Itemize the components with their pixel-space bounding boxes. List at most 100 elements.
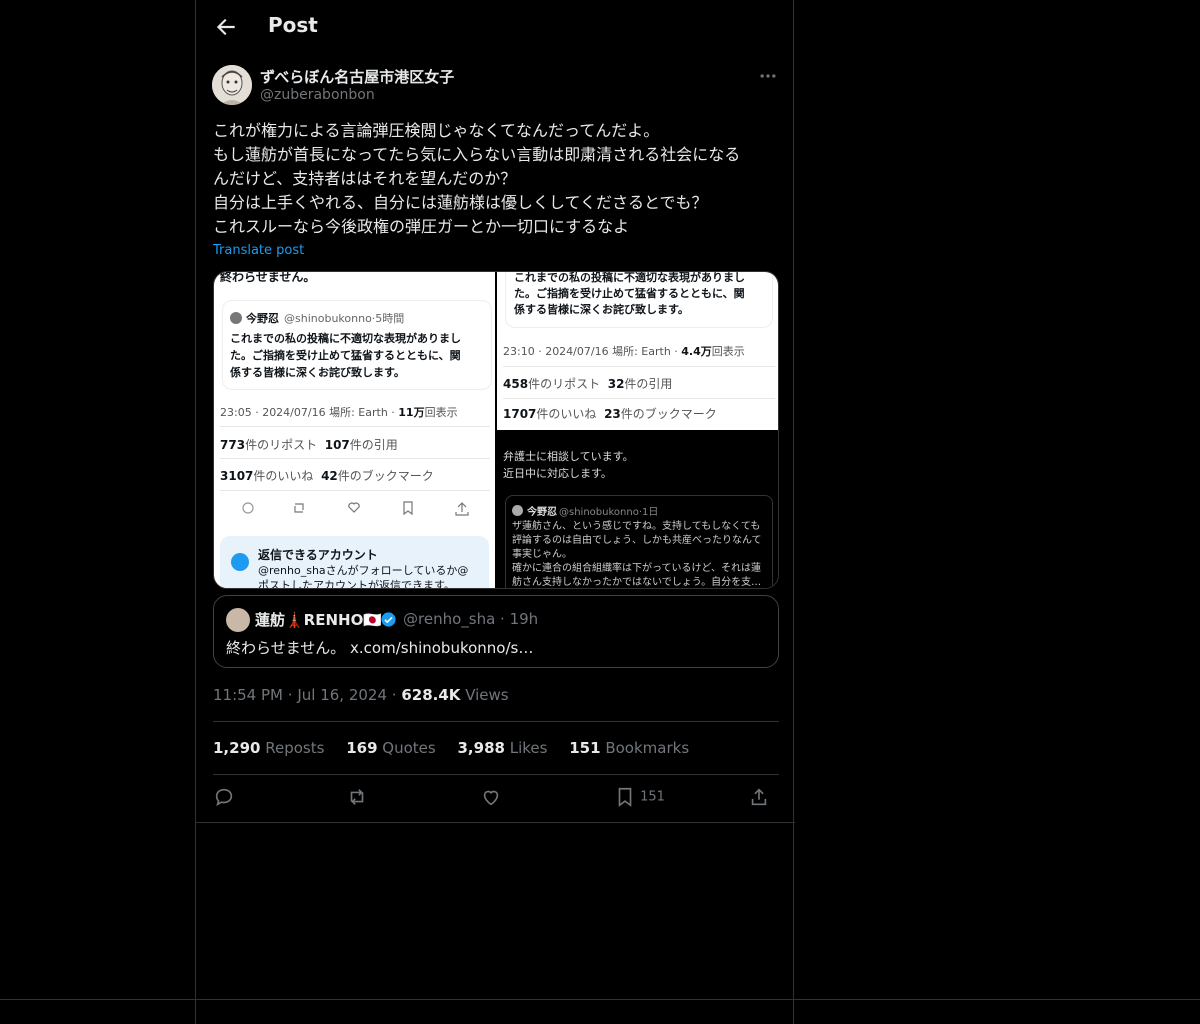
ss-reposts: 458 bbox=[503, 377, 529, 391]
author-avatar[interactable] bbox=[212, 65, 252, 105]
quotes-label: Quotes bbox=[382, 739, 436, 757]
ss-quote-text: これまでの私の投稿に不適切な表現がありまし た。ご指摘を受け止めて猛省するととも… bbox=[514, 272, 745, 318]
post-bottom-border bbox=[196, 822, 795, 823]
ss-reply-icon bbox=[231, 553, 249, 571]
repost-icon bbox=[350, 789, 364, 805]
media-image-right[interactable]: これまでの私の投稿に不適切な表現がありまし た。ご指摘を受け止めて猛省するととも… bbox=[497, 272, 778, 588]
ss-quotes: 107 bbox=[324, 438, 350, 452]
ss-quotes-label: 件の引用 bbox=[349, 438, 398, 452]
like-button[interactable] bbox=[480, 786, 502, 812]
page-divider bbox=[0, 999, 1200, 1000]
likes-stat[interactable]: 3,988 Likes bbox=[458, 739, 548, 757]
primary-column: Post ずべらぼん名古屋市港区女子 @zuberabonbon これが権力によ… bbox=[195, 0, 795, 1024]
meta-sep: · bbox=[287, 686, 293, 704]
repost-button[interactable] bbox=[346, 786, 368, 812]
bookmarks-label: Bookmarks bbox=[605, 739, 690, 757]
ss-top-text: 終わらせません。 bbox=[220, 272, 316, 284]
reposts-count: 1,290 bbox=[213, 739, 261, 757]
ss-quote-line: た。ご指摘を受け止めて猛省するとともに、関 bbox=[514, 287, 745, 300]
post-text-line: んだけど、支持者ははそれを望んだのか？ bbox=[213, 169, 517, 188]
ss-time: 23:10 · 2024/07/16 場所: Earth · bbox=[503, 345, 682, 358]
verified-icon bbox=[381, 612, 396, 627]
ss-quote-line: 係する皆様に深くお詫び致します。 bbox=[230, 366, 405, 379]
ss-divider bbox=[220, 490, 490, 491]
post-date[interactable]: Jul 16, 2024 bbox=[297, 686, 387, 704]
reply-button[interactable] bbox=[213, 786, 235, 812]
ss-quote-name: 今野忍 bbox=[246, 312, 279, 325]
ss-reply-line: ポストしたアカウントが返信できます。 bbox=[258, 579, 455, 589]
post-media[interactable]: 終わらせません。 今野忍 @shinobukonno·5時間 これまでの私の投稿… bbox=[213, 271, 779, 589]
quoted-handle-time: @renho_sha · 19h bbox=[403, 610, 539, 628]
media-image-left[interactable]: 終わらせません。 今野忍 @shinobukonno·5時間 これまでの私の投稿… bbox=[214, 272, 495, 589]
post-text-line: 自分は上手くやれる、自分には蓮舫様は優しくしてくださるとでも？ bbox=[213, 193, 708, 212]
ss-reposts: 773 bbox=[220, 438, 246, 452]
ss-likes-label: 件のいいね bbox=[536, 407, 597, 421]
ss-views: 11万 bbox=[398, 406, 425, 419]
ss-inner-avatar bbox=[512, 505, 523, 516]
ss-quote-handle: @shinobukonno·5時間 bbox=[284, 312, 405, 325]
ss-bookmarks-label: 件のブックマーク bbox=[337, 469, 434, 483]
ss-divider bbox=[503, 366, 775, 367]
reposts-stat[interactable]: 1,290 Reposts bbox=[213, 739, 324, 757]
ss-likes-label: 件のいいね bbox=[253, 469, 314, 483]
post-meta: 11:54 PM · Jul 16, 2024 · 628.4K Views bbox=[213, 686, 509, 704]
ss-quotes: 32 bbox=[607, 377, 625, 391]
page-title: Post bbox=[268, 13, 318, 37]
post-text-line: これスルーなら今後政権の弾圧ガーとか一切口にするなよ bbox=[213, 217, 630, 236]
ss-inner-line: 事実じゃん。 bbox=[512, 549, 572, 560]
share-button[interactable] bbox=[748, 786, 770, 812]
quotes-stat[interactable]: 169 Quotes bbox=[346, 739, 436, 757]
ss-action-icons bbox=[242, 501, 469, 516]
bookmark-icon bbox=[618, 787, 632, 807]
ss-quotes-label: 件の引用 bbox=[624, 377, 673, 391]
post-text-line: もし蓮舫が首長になってたら気に入らない言動は即粛清される社会になる bbox=[213, 145, 741, 164]
quoted-post[interactable]: 蓮舫🗼RENHO🇯🇵 @renho_sha · 19h 終わらせません。 x.c… bbox=[213, 595, 779, 668]
ss-right-light: これまでの私の投稿に不適切な表現がありまし た。ご指摘を受け止めて猛省するととも… bbox=[497, 272, 778, 430]
ss-counts-1: 458件のリポスト 32件の引用 bbox=[503, 375, 672, 392]
divider bbox=[213, 774, 779, 775]
quoted-handle: @renho_sha bbox=[403, 610, 496, 628]
ss-quote-text: これまでの私の投稿に不適切な表現がありまし た。ご指摘を受け止めて猛省するととも… bbox=[230, 330, 461, 381]
ss-inner-handle: @shinobukonno·1日 bbox=[559, 507, 659, 518]
likes-count: 3,988 bbox=[457, 739, 505, 757]
ss-views-suffix: 回表示 bbox=[424, 406, 458, 419]
ss-inner-line: ザ蓮舫さん、という感じですね。支持してもしなくても bbox=[512, 521, 761, 532]
ss-reply-title: 返信できるアカウント bbox=[258, 548, 378, 562]
bookmarks-count: 151 bbox=[569, 739, 601, 757]
quoted-author-name: 蓮舫🗼RENHO🇯🇵 bbox=[255, 611, 383, 629]
ss-time-line: 23:05 · 2024/07/16 場所: Earth · 11万回表示 bbox=[220, 404, 458, 420]
like-icon bbox=[483, 790, 499, 806]
ss-reposts-label: 件のリポスト bbox=[245, 438, 318, 452]
views-count: 628.4K bbox=[401, 686, 461, 704]
ss-dark-line: 弁護士に相談しています。 bbox=[503, 450, 634, 463]
quoted-time: 19h bbox=[509, 610, 539, 628]
ss-inner-name: 今野忍 bbox=[527, 507, 557, 518]
post-text-line: これが権力による言論弾圧検閲じゃなくてなんだってんだよ。 bbox=[213, 121, 660, 140]
ss-time-line: 23:10 · 2024/07/16 場所: Earth · 4.4万回表示 bbox=[503, 343, 745, 359]
author-handle[interactable]: @zuberabonbon bbox=[260, 87, 375, 103]
ss-divider bbox=[503, 398, 775, 399]
ss-counts-2: 3107件のいいね 42件のブックマーク bbox=[220, 467, 434, 484]
more-icon[interactable] bbox=[758, 66, 778, 86]
ss-quote-line: た。ご指摘を受け止めて猛省するとともに、関 bbox=[230, 349, 461, 362]
quoted-text: 終わらせません。 x.com/shinobukonno/s… bbox=[226, 639, 534, 657]
ss-quote-avatar bbox=[230, 312, 242, 324]
meta-sep: · bbox=[391, 686, 397, 704]
action-bar: 151 bbox=[213, 786, 779, 814]
bookmarks-stat[interactable]: 151 Bookmarks bbox=[569, 739, 689, 757]
ss-bookmarks-label: 件のブックマーク bbox=[620, 407, 717, 421]
author-name[interactable]: ずべらぼん名古屋市港区女子 bbox=[260, 66, 454, 87]
translate-post-link[interactable]: Translate post bbox=[213, 243, 304, 258]
ss-views: 4.4万 bbox=[681, 345, 712, 358]
bookmark-button[interactable]: 151 bbox=[614, 786, 665, 812]
ss-quote-line: これまでの私の投稿に不適切な表現がありまし bbox=[230, 332, 461, 345]
ss-inner-line: 評論するのは自由でしょう、しかも共産べったりなんて bbox=[512, 535, 762, 546]
divider bbox=[213, 721, 779, 722]
ss-quote-line: これまでの私の投稿に不適切な表現がありまし bbox=[514, 272, 745, 284]
bookmark-count: 151 bbox=[640, 789, 665, 805]
post-time[interactable]: 11:54 PM bbox=[213, 686, 283, 704]
ss-likes: 1707 bbox=[503, 407, 537, 421]
back-arrow-icon[interactable] bbox=[213, 14, 239, 40]
share-icon bbox=[751, 788, 767, 806]
ss-inner-text: ザ蓮舫さん、という感じですね。支持してもしなくても 評論するのは自由でしょう、し… bbox=[512, 520, 762, 588]
